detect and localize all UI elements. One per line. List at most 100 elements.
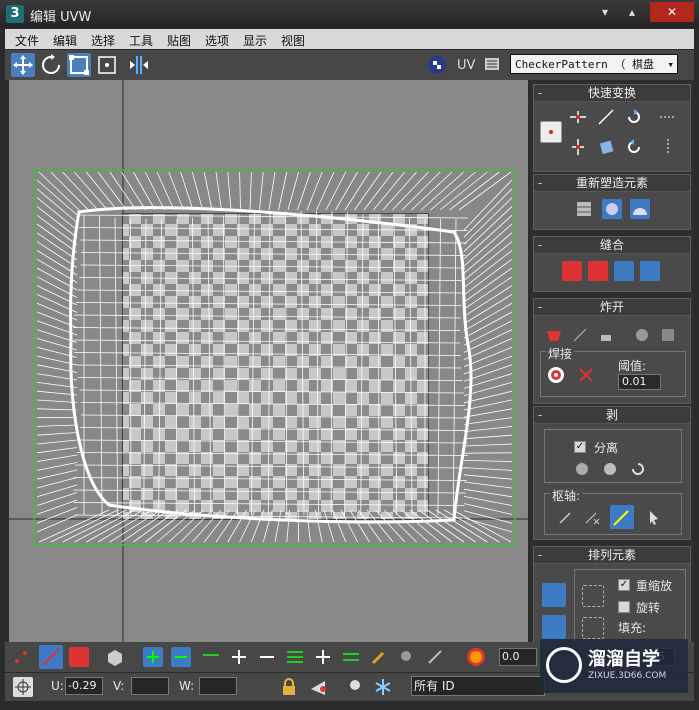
flatten-icon[interactable] bbox=[596, 325, 616, 345]
menu-edit[interactable]: 编辑 bbox=[53, 32, 77, 49]
maximize-button[interactable]: ▴ bbox=[619, 2, 645, 22]
align-vertical-icon[interactable] bbox=[568, 137, 588, 157]
grid-icon[interactable] bbox=[658, 325, 678, 345]
mesh-edge bbox=[325, 171, 347, 211]
move-icon[interactable] bbox=[11, 53, 35, 77]
mesh-edge bbox=[463, 474, 513, 480]
space-horizontal-icon[interactable] bbox=[658, 107, 678, 127]
mesh-edge bbox=[463, 232, 513, 274]
menu-view[interactable]: 视图 bbox=[281, 32, 305, 49]
lock-icon[interactable] bbox=[279, 677, 299, 697]
reset-peel-icon[interactable] bbox=[628, 459, 648, 479]
pelt-map-icon[interactable] bbox=[600, 459, 620, 479]
pack-normalize-icon[interactable] bbox=[542, 583, 566, 607]
vertex-mode-icon[interactable] bbox=[11, 647, 31, 667]
weld-target-icon[interactable] bbox=[546, 365, 566, 385]
mesh-edge bbox=[463, 311, 513, 339]
align-horizontal-icon[interactable] bbox=[568, 107, 588, 127]
quick-peel-icon[interactable] bbox=[572, 459, 592, 479]
threshold-input[interactable]: 0.01 bbox=[618, 374, 661, 390]
align-pivot-icon[interactable] bbox=[540, 121, 562, 143]
quick-transform-header[interactable]: - 快速变换 bbox=[534, 85, 690, 102]
v-input[interactable] bbox=[131, 677, 169, 695]
space-vertical-icon[interactable] bbox=[658, 137, 678, 157]
paint-grow-icon[interactable] bbox=[397, 647, 417, 667]
stitch-header[interactable]: - 缝合 bbox=[534, 237, 690, 254]
face-mode-icon[interactable] bbox=[69, 647, 89, 667]
mirror-icon[interactable] bbox=[127, 53, 151, 77]
grow-selection-icon[interactable] bbox=[143, 647, 163, 667]
detach-checkbox[interactable]: ✓ bbox=[574, 441, 586, 453]
menu-options[interactable]: 选项 bbox=[205, 32, 229, 49]
reshape-header[interactable]: - 重新塑造元素 bbox=[534, 175, 690, 192]
loop-grow-icon[interactable] bbox=[285, 647, 305, 667]
rotate-cw-icon[interactable] bbox=[624, 137, 644, 157]
loop-minus-icon[interactable] bbox=[341, 647, 361, 667]
freeform-icon[interactable] bbox=[95, 53, 119, 77]
mesh-edge bbox=[36, 399, 78, 403]
pack-custom-icon[interactable] bbox=[542, 615, 566, 639]
element-mode-icon[interactable] bbox=[105, 647, 125, 667]
stitch-custom-icon[interactable] bbox=[640, 261, 660, 281]
rotate-icon[interactable] bbox=[39, 53, 63, 77]
absolute-offset-icon[interactable] bbox=[13, 677, 33, 697]
group-selected-icon[interactable] bbox=[582, 617, 604, 639]
mesh-edge bbox=[121, 171, 146, 211]
straighten-selection-icon[interactable] bbox=[574, 199, 594, 219]
peel-header[interactable]: -剥 bbox=[534, 407, 690, 424]
menu-tools[interactable]: 工具 bbox=[129, 32, 153, 49]
texture-dropdown[interactable]: CheckerPattern （ 棋盘 ▾ bbox=[510, 54, 678, 74]
freeze-icon[interactable] bbox=[373, 677, 393, 697]
uv-editor-viewport[interactable] bbox=[9, 80, 528, 642]
ring-grow-icon[interactable] bbox=[201, 647, 221, 667]
pin-edges-icon[interactable] bbox=[610, 505, 634, 529]
pin-icon[interactable] bbox=[556, 507, 576, 527]
sphere-icon[interactable] bbox=[632, 325, 652, 345]
loop-plus-icon[interactable] bbox=[313, 647, 333, 667]
rotate-checkbox[interactable] bbox=[618, 601, 630, 613]
arrange-header[interactable]: - 排列元素 bbox=[534, 547, 690, 564]
mesh-edge bbox=[259, 171, 264, 211]
menu-select[interactable]: 选择 bbox=[91, 32, 115, 49]
ring-minus-icon[interactable] bbox=[257, 647, 277, 667]
list-icon[interactable] bbox=[485, 58, 499, 70]
rotate-90-icon[interactable] bbox=[624, 107, 644, 127]
mesh-edge bbox=[36, 507, 78, 524]
shrink-selection-icon[interactable] bbox=[171, 647, 191, 667]
mesh-edge bbox=[36, 432, 78, 436]
u-input[interactable]: -0.29 bbox=[65, 677, 103, 695]
rescale-checkbox[interactable]: ✓ bbox=[618, 579, 630, 591]
close-button[interactable]: ✕ bbox=[650, 2, 694, 22]
paint-select-icon[interactable] bbox=[369, 647, 389, 667]
edge-mode-icon[interactable] bbox=[39, 645, 63, 669]
break-icon[interactable] bbox=[544, 325, 564, 345]
mesh-edge bbox=[268, 171, 276, 211]
weld-selected-icon[interactable] bbox=[576, 365, 596, 385]
minimize-button[interactable]: ▾ bbox=[592, 2, 618, 22]
light-icon[interactable] bbox=[345, 677, 365, 697]
selection-filter-dropdown[interactable]: 所有 ID bbox=[411, 676, 545, 696]
straighten-icon[interactable] bbox=[596, 107, 616, 127]
stitch-to-source-icon[interactable] bbox=[614, 261, 634, 281]
stitch-to-average-icon[interactable] bbox=[588, 261, 608, 281]
relax-options-icon[interactable] bbox=[630, 199, 650, 219]
soft-selection-icon[interactable] bbox=[465, 646, 487, 668]
menu-display[interactable]: 显示 bbox=[243, 32, 267, 49]
detach-edge-icon[interactable] bbox=[570, 325, 590, 345]
filter-selected-icon[interactable] bbox=[309, 677, 329, 697]
menu-mapping[interactable]: 贴图 bbox=[167, 32, 191, 49]
pack-together-icon[interactable] bbox=[582, 585, 604, 607]
paint-shrink-icon[interactable] bbox=[425, 647, 445, 667]
soft-value-input[interactable]: 0.0 bbox=[499, 648, 537, 666]
explode-header[interactable]: - 炸开 bbox=[534, 299, 690, 316]
ring-plus-icon[interactable] bbox=[229, 647, 249, 667]
relax-icon[interactable] bbox=[602, 199, 622, 219]
unpin-icon[interactable] bbox=[582, 507, 602, 527]
menu-file[interactable]: 文件 bbox=[15, 32, 39, 49]
stitch-to-target-icon[interactable] bbox=[562, 261, 582, 281]
rotate-minus-90-icon[interactable] bbox=[596, 137, 616, 157]
scale-icon[interactable] bbox=[67, 53, 91, 77]
cursor-pin-icon[interactable] bbox=[644, 507, 664, 527]
checker-icon[interactable] bbox=[425, 53, 449, 77]
w-input[interactable] bbox=[199, 677, 237, 695]
